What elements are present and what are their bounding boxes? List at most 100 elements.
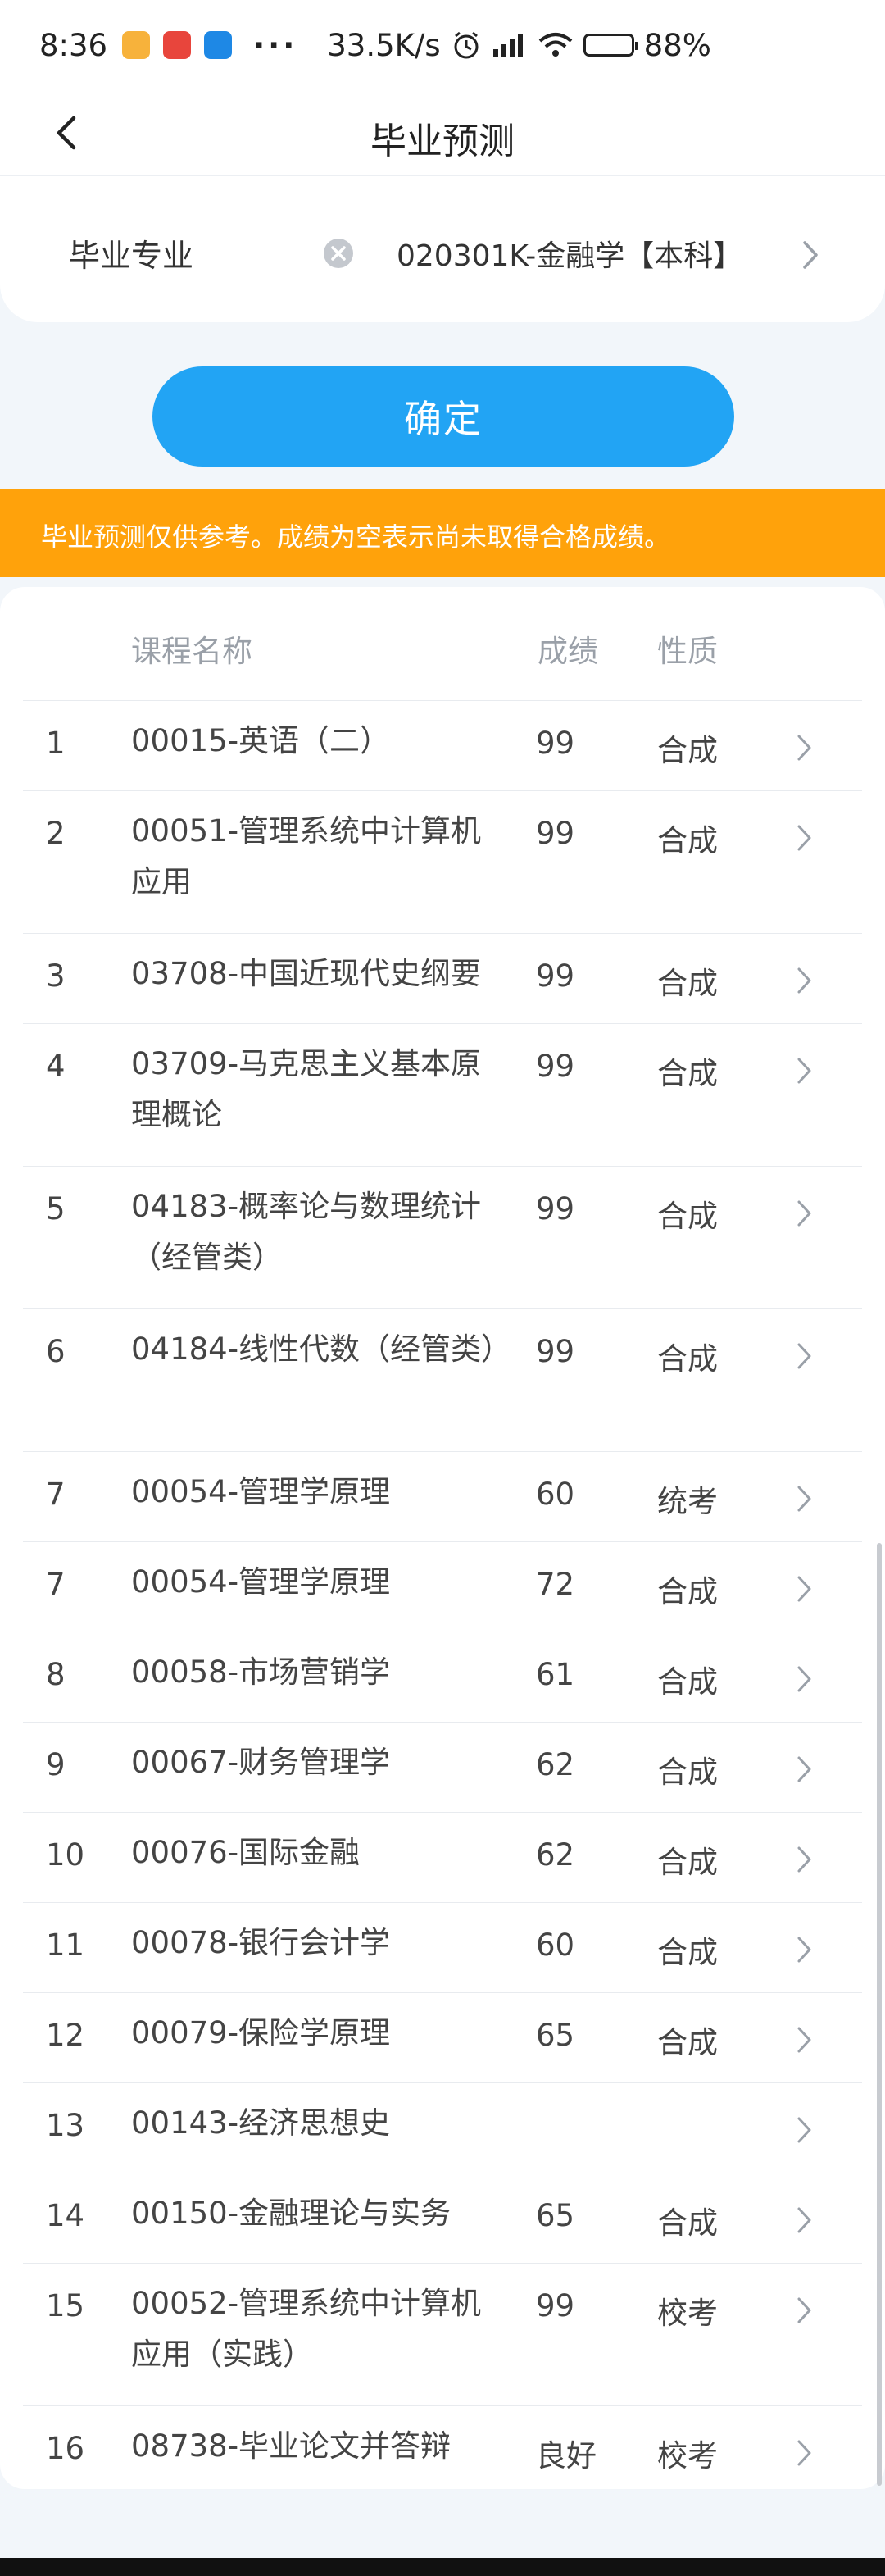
course-nature: 校考 bbox=[657, 2438, 718, 2474]
chevron-right-icon bbox=[797, 2117, 811, 2143]
more-notifications-icon: ··· bbox=[253, 27, 298, 63]
chevron-right-icon bbox=[797, 1576, 811, 1602]
page-title: 毕业预测 bbox=[370, 121, 515, 162]
chevron-right-icon bbox=[797, 1200, 811, 1227]
course-name: 00058-市场营销学 bbox=[131, 1654, 391, 1690]
course-score: 良好 bbox=[536, 2438, 597, 2474]
navigation-bar bbox=[0, 2558, 885, 2576]
row-index: 13 bbox=[46, 2108, 85, 2143]
app-notification-icon bbox=[122, 31, 151, 59]
chevron-right-icon bbox=[797, 2297, 811, 2323]
course-nature: 合成 bbox=[657, 733, 718, 768]
table-row[interactable]: 15 00052-管理系统中计算机应用（实践） 99 校考 bbox=[23, 2263, 862, 2405]
notice-banner: 毕业预测仅供参考。成绩为空表示尚未取得合格成绩。 bbox=[0, 489, 885, 577]
row-index: 1 bbox=[46, 726, 66, 761]
table-row[interactable]: 12 00079-保险学原理 65 合成 bbox=[23, 1992, 862, 2082]
chevron-right-icon bbox=[797, 825, 811, 851]
chevron-right-icon bbox=[797, 1937, 811, 1963]
course-name: 00067-财务管理学 bbox=[131, 1745, 391, 1780]
chevron-right-icon bbox=[797, 2440, 811, 2466]
status-bar: 8:36 ··· 33.5K/s 88% bbox=[0, 0, 885, 90]
table-row[interactable]: 7 00054-管理学原理 60 统考 bbox=[23, 1451, 862, 1541]
table-row[interactable]: 14 00150-金融理论与实务 65 合成 bbox=[23, 2173, 862, 2263]
course-nature: 合成 bbox=[657, 1056, 718, 1091]
major-selector[interactable]: 毕业专业 020301K-金融学【本科】 bbox=[0, 176, 885, 322]
row-index: 7 bbox=[46, 1567, 66, 1602]
course-nature: 合成 bbox=[657, 1935, 718, 1970]
course-nature: 合成 bbox=[657, 823, 718, 858]
alarm-icon bbox=[454, 31, 479, 59]
status-time: 8:36 bbox=[39, 27, 108, 63]
row-index: 12 bbox=[46, 2018, 85, 2053]
row-index: 14 bbox=[46, 2198, 85, 2233]
row-index: 3 bbox=[46, 958, 66, 994]
course-nature: 合成 bbox=[657, 1199, 718, 1234]
course-nature: 合成 bbox=[657, 1664, 718, 1700]
title-bar: 毕业预测 bbox=[0, 90, 885, 176]
chevron-right-icon bbox=[797, 1846, 811, 1873]
course-nature: 合成 bbox=[657, 1574, 718, 1609]
chevron-right-icon bbox=[797, 735, 811, 761]
row-index: 7 bbox=[46, 1477, 66, 1512]
course-score: 62 bbox=[536, 1747, 575, 1782]
battery-level: 88% bbox=[643, 27, 711, 63]
course-score: 62 bbox=[536, 1837, 575, 1873]
course-score: 65 bbox=[536, 2198, 575, 2233]
chevron-right-icon bbox=[797, 1486, 811, 1512]
table-row[interactable]: 5 04183-概率论与数理统计（经管类） 99 合成 bbox=[23, 1166, 862, 1308]
chevron-right-icon bbox=[797, 967, 811, 994]
table-row[interactable]: 13 00143-经济思想史 bbox=[23, 2082, 862, 2173]
clear-icon[interactable] bbox=[323, 238, 354, 269]
course-score: 99 bbox=[536, 1049, 575, 1084]
row-index: 15 bbox=[46, 2288, 85, 2323]
course-nature: 统考 bbox=[657, 1484, 718, 1519]
row-index: 16 bbox=[46, 2431, 85, 2466]
major-label: 毕业专业 bbox=[69, 238, 194, 274]
course-name: 00078-银行会计学 bbox=[131, 1925, 391, 1960]
table-row[interactable]: 3 03708-中国近现代史纲要 99 合成 bbox=[23, 933, 862, 1023]
table-row[interactable]: 2 00051-管理系统中计算机应用 99 合成 bbox=[23, 790, 862, 933]
confirm-button[interactable]: 确定 bbox=[152, 366, 734, 467]
chevron-right-icon bbox=[797, 1756, 811, 1782]
table-rows: 1 00015-英语（二） 99 合成 2 00051-管理系统中计算机应用 9… bbox=[23, 700, 862, 2496]
course-name: 03709-马克思主义基本原理概论 bbox=[131, 1046, 482, 1132]
course-name: 00150-金融理论与实务 bbox=[131, 2196, 452, 2231]
row-index: 10 bbox=[46, 1837, 85, 1873]
column-header-nature: 性质 bbox=[657, 634, 718, 669]
course-name: 03708-中国近现代史纲要 bbox=[131, 956, 482, 991]
course-table: 课程名称 成绩 性质 1 00015-英语（二） 99 合成 2 00051-管… bbox=[0, 587, 885, 2489]
table-row[interactable]: 1 00015-英语（二） 99 合成 bbox=[23, 700, 862, 790]
wifi-icon bbox=[538, 33, 572, 57]
table-row[interactable]: 7 00054-管理学原理 72 合成 bbox=[23, 1541, 862, 1632]
row-index: 9 bbox=[46, 1747, 66, 1782]
major-value[interactable]: 020301K-金融学【本科】 bbox=[397, 232, 742, 275]
table-header: 课程名称 成绩 性质 bbox=[0, 587, 885, 700]
table-row[interactable]: 10 00076-国际金融 62 合成 bbox=[23, 1812, 862, 1902]
course-name: 00079-保险学原理 bbox=[131, 2015, 391, 2050]
course-name: 00054-管理学原理 bbox=[131, 1564, 391, 1600]
app-notification-icon bbox=[204, 31, 233, 59]
course-score: 99 bbox=[536, 2288, 575, 2323]
course-score: 61 bbox=[536, 1657, 575, 1692]
column-header-score: 成绩 bbox=[538, 634, 598, 669]
course-name: 08738-毕业论文并答辩 bbox=[131, 2428, 452, 2464]
table-row[interactable]: 8 00058-市场营销学 61 合成 bbox=[23, 1632, 862, 1722]
row-index: 11 bbox=[46, 1927, 85, 1963]
course-name: 04183-概率论与数理统计（经管类） bbox=[131, 1189, 482, 1275]
scrollbar[interactable] bbox=[877, 1543, 882, 2486]
table-row[interactable]: 9 00067-财务管理学 62 合成 bbox=[23, 1722, 862, 1812]
course-name: 00143-经济思想史 bbox=[131, 2105, 391, 2141]
course-name: 00015-英语（二） bbox=[131, 723, 391, 758]
net-speed: 33.5K/s bbox=[327, 27, 441, 63]
chevron-right-icon bbox=[797, 2027, 811, 2053]
course-score: 65 bbox=[536, 2018, 575, 2053]
table-row[interactable]: 4 03709-马克思主义基本原理概论 99 合成 bbox=[23, 1023, 862, 1166]
chevron-right-icon bbox=[797, 1343, 811, 1369]
table-row[interactable]: 16 08738-毕业论文并答辩 良好 校考 bbox=[23, 2405, 862, 2496]
row-index: 8 bbox=[46, 1657, 66, 1692]
table-row[interactable]: 6 04184-线性代数（经管类） 99 合成 bbox=[23, 1308, 862, 1451]
course-score: 60 bbox=[536, 1477, 575, 1512]
chevron-right-icon bbox=[797, 2207, 811, 2233]
table-row[interactable]: 11 00078-银行会计学 60 合成 bbox=[23, 1902, 862, 1992]
row-index: 6 bbox=[46, 1334, 66, 1369]
